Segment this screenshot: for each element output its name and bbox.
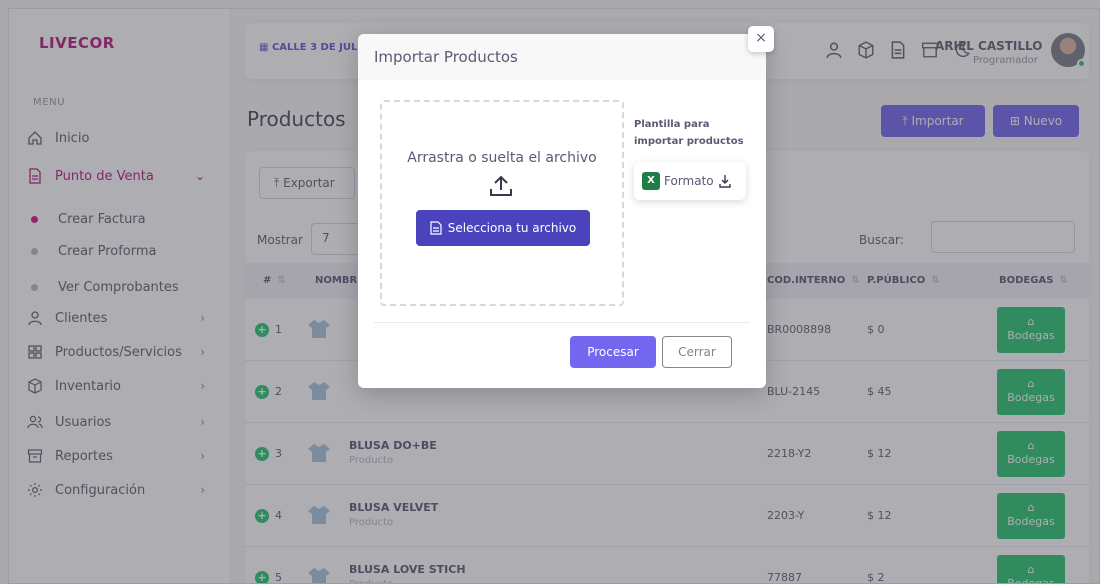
upload-icon bbox=[490, 175, 512, 196]
select-file-label: Selecciona tu archivo bbox=[447, 221, 577, 235]
select-file-button[interactable]: Selecciona tu archivo bbox=[416, 210, 590, 246]
modal-header: Importar Productos bbox=[358, 34, 766, 80]
dropzone-text: Arrastra o suelta el archivo bbox=[407, 150, 597, 166]
import-products-modal: Importar Productos × Arrastra o suelta e… bbox=[358, 26, 774, 388]
file-icon bbox=[430, 221, 442, 235]
download-format-button[interactable]: X Formato bbox=[634, 162, 746, 200]
format-label: Formato bbox=[664, 174, 714, 188]
process-button[interactable]: Procesar bbox=[570, 336, 656, 368]
close-button[interactable]: Cerrar bbox=[662, 336, 732, 368]
file-dropzone[interactable]: Arrastra o suelta el archivo Selecciona … bbox=[380, 100, 624, 306]
excel-icon: X bbox=[642, 172, 660, 190]
template-description: Plantilla para importar productos bbox=[634, 119, 744, 147]
download-icon bbox=[718, 175, 731, 188]
modal-title: Importar Productos bbox=[374, 48, 518, 66]
close-icon[interactable]: × bbox=[748, 26, 774, 52]
modal-divider bbox=[374, 322, 750, 323]
